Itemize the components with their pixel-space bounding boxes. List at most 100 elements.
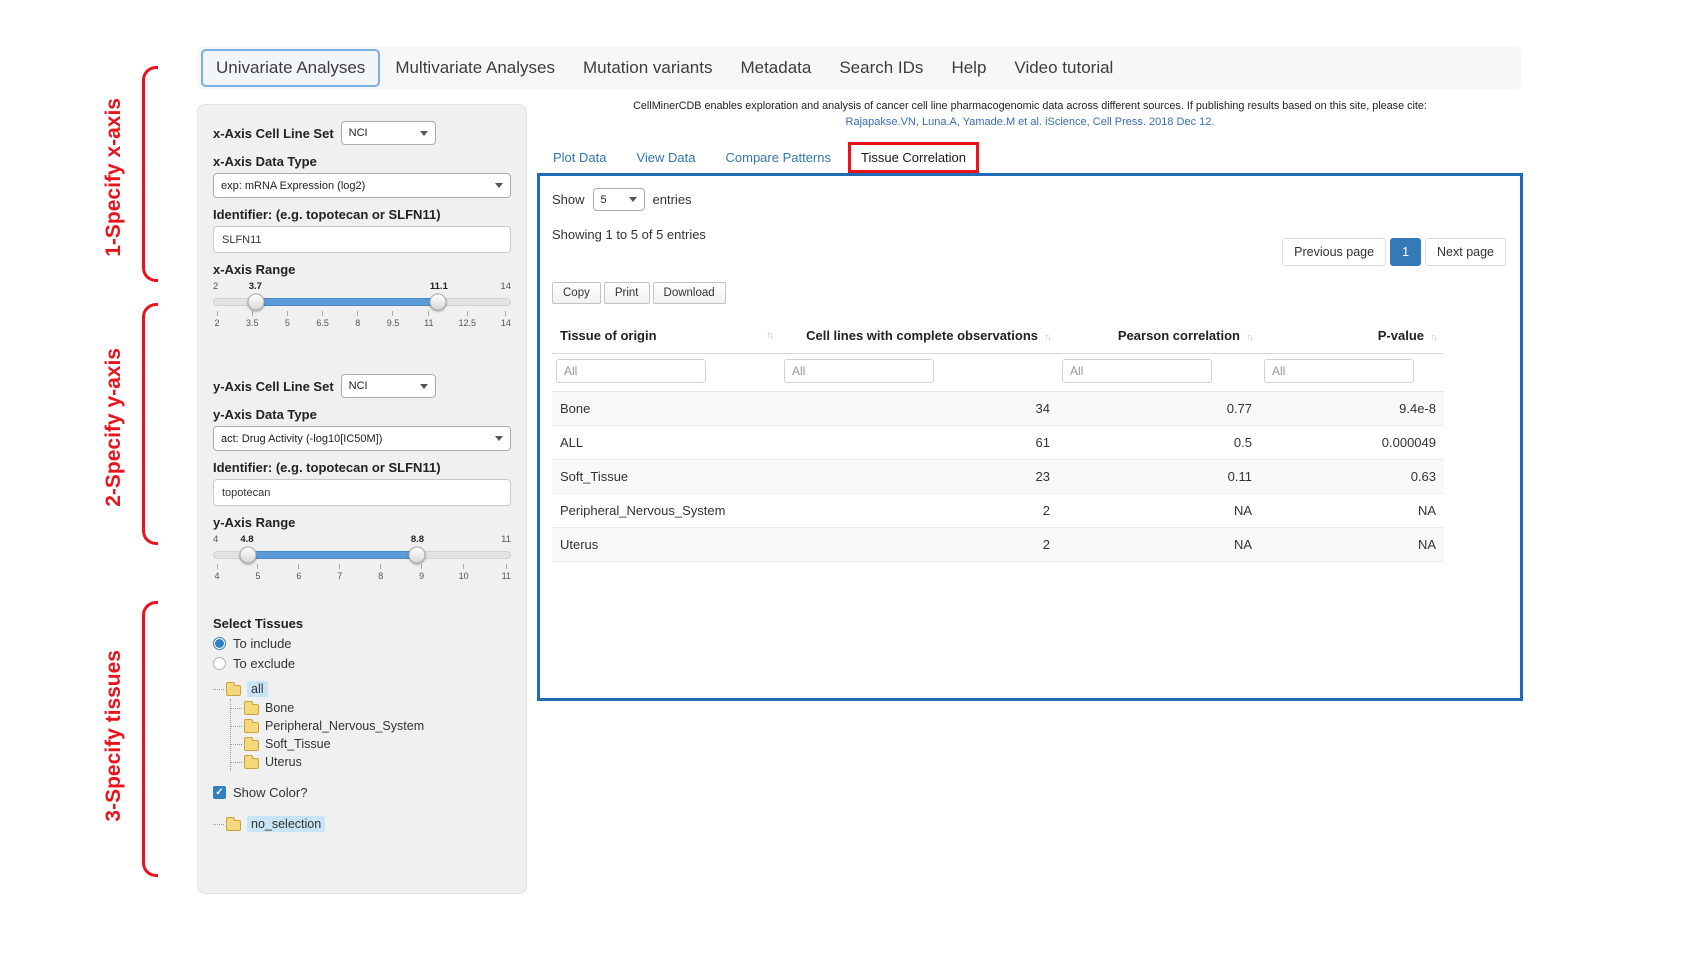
filter-input-pvalue[interactable] xyxy=(1264,359,1414,383)
slider-tick: 8 xyxy=(354,311,362,328)
column-header-pvalue[interactable]: P-value ↑↓ xyxy=(1260,318,1444,354)
download-button[interactable]: Download xyxy=(653,282,726,304)
sort-icon[interactable]: ↑↓ xyxy=(1044,332,1050,343)
main-nav: Univariate Analyses Multivariate Analyse… xyxy=(197,47,1521,89)
tab-multivariate-analyses[interactable]: Multivariate Analyses xyxy=(382,51,568,85)
slider-min-label: 2 xyxy=(213,281,218,292)
annotation-bracket-1 xyxy=(142,66,158,282)
sort-icon[interactable]: ↑↓ xyxy=(766,330,772,341)
exclude-label: To exclude xyxy=(233,656,295,671)
tree-label: Uterus xyxy=(265,755,302,769)
column-header-tissue[interactable]: Tissue of origin ↑↓ xyxy=(552,318,780,354)
x-range-label: x-Axis Range xyxy=(213,262,511,277)
cell-pearson: 0.77 xyxy=(1058,392,1260,426)
tree-node-uterus[interactable]: Uterus xyxy=(244,753,511,771)
table-row[interactable]: Uterus 2 NA NA xyxy=(552,528,1444,562)
slider-from-label: 3.7 xyxy=(249,281,262,292)
tab-view-data[interactable]: View Data xyxy=(626,145,705,170)
annotation-step1: 1-Specify x-axis xyxy=(102,98,126,257)
slider-min-label: 4 xyxy=(213,534,218,545)
folder-icon xyxy=(226,685,241,696)
column-header-cell-lines[interactable]: Cell lines with complete observations ↑↓ xyxy=(780,318,1058,354)
table-row[interactable]: Peripheral_Nervous_System 2 NA NA xyxy=(552,494,1444,528)
x-data-type-select[interactable]: exp: mRNA Expression (log2) xyxy=(213,173,511,198)
page-size-select[interactable]: 5 xyxy=(593,188,645,211)
include-radio-row[interactable]: To include xyxy=(213,636,511,651)
include-radio[interactable] xyxy=(213,637,226,650)
filter-input-tissue[interactable] xyxy=(556,359,706,383)
sort-icon[interactable]: ↑↓ xyxy=(1430,332,1436,343)
chevron-down-icon xyxy=(495,183,503,188)
sort-icon[interactable]: ↑↓ xyxy=(1246,332,1252,343)
tab-video-tutorial[interactable]: Video tutorial xyxy=(1001,51,1126,85)
slider-tick: 5 xyxy=(254,564,262,581)
tab-compare-patterns[interactable]: Compare Patterns xyxy=(716,145,842,170)
slider-handle-from[interactable] xyxy=(248,294,265,311)
tree-node-all[interactable]: all xyxy=(213,679,511,699)
tab-tissue-correlation[interactable]: Tissue Correlation xyxy=(851,145,976,170)
cell-cell-lines: 34 xyxy=(780,392,1058,426)
x-axis-range-slider[interactable]: 2 3.7 11.1 14 2 3.5 5 6.5 8 9.5 11 12.5 … xyxy=(213,281,511,328)
slider-tick: 7 xyxy=(336,564,344,581)
cell-pearson: NA xyxy=(1058,494,1260,528)
chevron-down-icon xyxy=(629,197,637,202)
filter-input-cell-lines[interactable] xyxy=(784,359,934,383)
tree-node-bone[interactable]: Bone xyxy=(244,699,511,717)
x-identifier-input[interactable] xyxy=(213,226,511,253)
previous-page-button[interactable]: Previous page xyxy=(1282,238,1386,266)
column-header-pearson[interactable]: Pearson correlation↑↓ xyxy=(1058,318,1260,354)
cell-tissue: Bone xyxy=(552,392,780,426)
slider-fill xyxy=(256,298,438,306)
tab-univariate-analyses[interactable]: Univariate Analyses xyxy=(201,49,380,87)
slider-tick: 12.5 xyxy=(458,311,476,328)
exclude-radio[interactable] xyxy=(213,657,226,670)
x-identifier-label: Identifier: (e.g. topotecan or SLFN11) xyxy=(213,207,511,222)
column-label: P-value xyxy=(1378,328,1424,343)
tree-node-soft-tissue[interactable]: Soft_Tissue xyxy=(244,735,511,753)
tree-node-no-selection[interactable]: no_selection xyxy=(213,814,511,834)
table-row[interactable]: Bone 34 0.77 9.4e-8 xyxy=(552,392,1444,426)
filter-input-pearson[interactable] xyxy=(1062,359,1212,383)
slider-max-label: 14 xyxy=(500,281,511,292)
tab-metadata[interactable]: Metadata xyxy=(727,51,824,85)
y-identifier-input[interactable] xyxy=(213,479,511,506)
tissue-tree-children: Bone Peripheral_Nervous_System Soft_Tiss… xyxy=(230,699,511,771)
cell-cell-lines: 61 xyxy=(780,426,1058,460)
x-cell-line-set-select[interactable]: NCI xyxy=(341,121,436,145)
tab-search-ids[interactable]: Search IDs xyxy=(826,51,936,85)
x-cell-line-set-value: NCI xyxy=(349,127,368,139)
pagination: Previous page 1 Next page xyxy=(1282,238,1506,266)
print-button[interactable]: Print xyxy=(604,282,650,304)
page-1-button[interactable]: 1 xyxy=(1390,238,1421,266)
selection-tree: no_selection xyxy=(213,814,511,834)
show-color-checkbox[interactable]: ✓ xyxy=(213,786,226,799)
next-page-button[interactable]: Next page xyxy=(1425,238,1506,266)
slider-handle-to[interactable] xyxy=(430,294,447,311)
table-header-row: Tissue of origin ↑↓ Cell lines with comp… xyxy=(552,318,1444,354)
slider-tick: 11 xyxy=(424,311,433,328)
slider-handle-to[interactable] xyxy=(409,547,426,564)
cell-tissue: Soft_Tissue xyxy=(552,460,780,494)
slider-max-label: 11 xyxy=(501,534,511,545)
show-color-label: Show Color? xyxy=(233,785,307,800)
folder-icon xyxy=(226,820,241,831)
copy-button[interactable]: Copy xyxy=(552,282,601,304)
exclude-radio-row[interactable]: To exclude xyxy=(213,656,511,671)
table-row[interactable]: Soft_Tissue 23 0.11 0.63 xyxy=(552,460,1444,494)
cell-pvalue: 9.4e-8 xyxy=(1260,392,1444,426)
y-data-type-select[interactable]: act: Drug Activity (-log10[IC50M]) xyxy=(213,426,511,451)
citation-link[interactable]: Rajapakse.VN, Luna.A, Yamade.M et al. iS… xyxy=(537,116,1523,128)
y-cell-line-set-select[interactable]: NCI xyxy=(341,374,436,398)
y-axis-range-slider[interactable]: 4 4.8 8.8 11 4 5 6 7 8 9 10 11 xyxy=(213,534,511,581)
tab-plot-data[interactable]: Plot Data xyxy=(543,145,616,170)
tab-mutation-variants[interactable]: Mutation variants xyxy=(570,51,725,85)
table-row[interactable]: ALL 61 0.5 0.000049 xyxy=(552,426,1444,460)
show-color-row[interactable]: ✓ Show Color? xyxy=(213,785,511,800)
slider-handle-from[interactable] xyxy=(239,547,256,564)
slider-track[interactable] xyxy=(213,551,511,559)
slider-tick: 14 xyxy=(501,311,511,328)
tree-node-peripheral-nervous-system[interactable]: Peripheral_Nervous_System xyxy=(244,717,511,735)
column-label: Cell lines with complete observations xyxy=(806,328,1038,343)
tab-help[interactable]: Help xyxy=(938,51,999,85)
slider-track[interactable] xyxy=(213,298,511,306)
